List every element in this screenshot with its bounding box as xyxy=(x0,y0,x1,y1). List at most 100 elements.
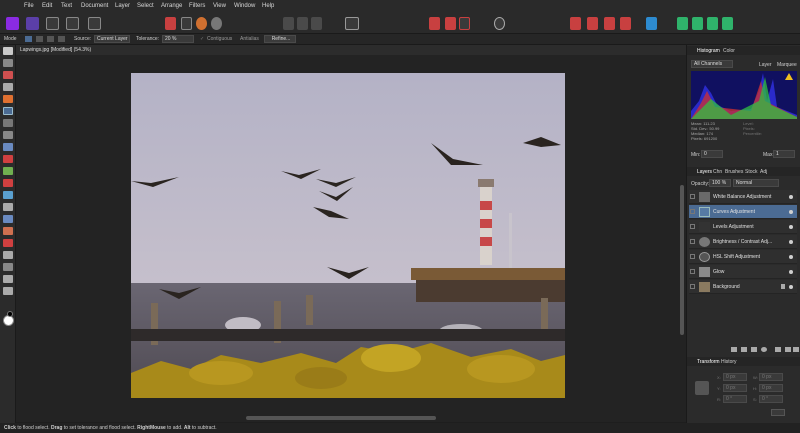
insert-top-icon[interactable] xyxy=(707,17,718,30)
pen-tool-icon[interactable] xyxy=(3,251,13,259)
visibility-icon[interactable] xyxy=(789,255,793,259)
tab-layers[interactable]: Layers xyxy=(697,169,712,175)
tab-transform[interactable]: Transform xyxy=(697,359,720,365)
layer-option-label[interactable]: Layer xyxy=(759,62,772,68)
menu-file[interactable]: File xyxy=(24,3,34,9)
assistant-icon[interactable] xyxy=(429,17,440,30)
auto-levels-icon[interactable] xyxy=(165,17,176,30)
clone-brush-tool-icon[interactable] xyxy=(3,203,13,211)
document-tab[interactable]: Lapwings.jpg [Modified] (54.3%) xyxy=(16,45,686,55)
visibility-icon[interactable] xyxy=(789,240,793,244)
layer-checkbox[interactable] xyxy=(690,254,695,259)
channel-dropdown[interactable]: All Channels xyxy=(691,60,733,68)
liquify-persona-icon[interactable] xyxy=(46,17,59,30)
color-replacement-tool-icon[interactable] xyxy=(3,167,13,175)
mode-new-icon[interactable] xyxy=(25,36,32,42)
selection-brush-tool-icon[interactable] xyxy=(3,95,13,103)
menu-filters[interactable]: Filters xyxy=(189,3,205,9)
snapping-options-icon[interactable] xyxy=(459,17,470,30)
mode-subtract-icon[interactable] xyxy=(47,36,54,42)
anchor-selector-icon[interactable] xyxy=(695,381,709,395)
tab-adjustments[interactable]: Adj xyxy=(760,169,767,175)
flood-fill-tool-icon[interactable] xyxy=(3,143,13,151)
tab-history[interactable]: History xyxy=(721,359,737,365)
layer-row[interactable]: Glow xyxy=(689,265,797,279)
refine-button[interactable]: Refine... xyxy=(264,35,296,43)
layer-row-selected[interactable]: Curves Adjustment xyxy=(689,205,797,219)
visibility-icon[interactable] xyxy=(789,225,793,229)
export-persona-icon[interactable] xyxy=(88,17,101,30)
insert-inside-icon[interactable] xyxy=(677,17,688,30)
marquee-option-label[interactable]: Marquee xyxy=(777,62,797,68)
vertical-scrollbar[interactable] xyxy=(680,185,684,335)
selection-mode-new-icon[interactable] xyxy=(283,17,294,30)
menu-view[interactable]: View xyxy=(213,3,226,9)
menu-help[interactable]: Help xyxy=(262,3,274,9)
paint-brush-tool-icon[interactable] xyxy=(3,155,13,163)
layer-row[interactable]: HSL Shift Adjustment xyxy=(689,250,797,264)
align-icon[interactable] xyxy=(646,17,657,30)
photo-persona-icon[interactable] xyxy=(26,17,39,30)
w-field[interactable]: 0 px xyxy=(759,373,783,381)
fx-icon[interactable] xyxy=(761,347,767,352)
arrange-forward-icon[interactable] xyxy=(604,17,615,30)
layer-checkbox[interactable] xyxy=(690,239,695,244)
menu-text[interactable]: Text xyxy=(61,3,72,9)
horizontal-scrollbar[interactable] xyxy=(246,416,436,420)
delete-layer-icon[interactable] xyxy=(793,347,799,352)
zoom-tool-icon[interactable] xyxy=(3,287,13,295)
x-field[interactable]: 0 px xyxy=(723,373,747,381)
move-tool-icon[interactable] xyxy=(3,47,13,55)
flood-select-tool-icon[interactable] xyxy=(3,107,13,115)
view-mode-icon[interactable] xyxy=(494,17,505,30)
marquee-tool-icon[interactable] xyxy=(3,119,13,127)
view-tool-icon[interactable] xyxy=(3,59,13,67)
insert-bottom-icon[interactable] xyxy=(722,17,733,30)
selection-mode-subtract-icon[interactable] xyxy=(311,17,322,30)
auto-white-balance-icon[interactable] xyxy=(211,17,222,30)
tab-channels[interactable]: Chn xyxy=(713,169,722,175)
visibility-icon[interactable] xyxy=(789,195,793,199)
mode-intersect-icon[interactable] xyxy=(58,36,65,42)
inpainting-tool-icon[interactable] xyxy=(3,227,13,235)
menu-window[interactable]: Window xyxy=(234,3,255,9)
canvas-area[interactable]: Lapwings.jpg [Modified] (54.3%) xyxy=(16,45,686,422)
snapping-icon[interactable] xyxy=(445,17,456,30)
h-field[interactable]: 0 px xyxy=(759,384,783,392)
freehand-select-tool-icon[interactable] xyxy=(3,131,13,139)
develop-persona-icon[interactable] xyxy=(66,17,79,30)
auto-colors-icon[interactable] xyxy=(196,17,207,30)
dodge-brush-tool-icon[interactable] xyxy=(3,191,13,199)
layer-mask-icon[interactable] xyxy=(731,347,737,352)
live-filters-icon[interactable] xyxy=(751,347,757,352)
layer-checkbox[interactable] xyxy=(690,269,695,274)
source-dropdown[interactable]: Current Layer xyxy=(94,35,130,43)
rectangle-tool-icon[interactable] xyxy=(3,263,13,271)
quick-mask-icon[interactable] xyxy=(345,17,359,30)
blend-mode-dropdown[interactable]: Normal xyxy=(733,179,779,187)
tolerance-field[interactable]: 20 % xyxy=(162,35,194,43)
secondary-color-swatch[interactable] xyxy=(7,311,13,317)
mode-add-icon[interactable] xyxy=(36,36,43,42)
contiguous-checkbox-icon[interactable]: ✓ xyxy=(200,36,204,42)
document-image[interactable] xyxy=(131,73,565,398)
layer-row[interactable]: Brightness / Contrast Adj... xyxy=(689,235,797,249)
arrange-backward-icon[interactable] xyxy=(587,17,598,30)
tab-stock[interactable]: Stock xyxy=(745,169,758,175)
min-field[interactable]: 0 xyxy=(701,150,723,158)
insert-behind-icon[interactable] xyxy=(692,17,703,30)
menu-layer[interactable]: Layer xyxy=(115,3,130,9)
visibility-icon[interactable] xyxy=(789,210,793,214)
adjustments-icon[interactable] xyxy=(741,347,747,352)
visibility-icon[interactable] xyxy=(789,270,793,274)
layer-row[interactable]: White Balance Adjustment xyxy=(689,190,797,204)
erase-brush-tool-icon[interactable] xyxy=(3,179,13,187)
arrange-front-icon[interactable] xyxy=(620,17,631,30)
s-field[interactable]: 0 ° xyxy=(759,395,783,403)
layer-checkbox[interactable] xyxy=(690,224,695,229)
tab-color[interactable]: Color xyxy=(723,48,735,54)
menu-document[interactable]: Document xyxy=(81,3,108,9)
tab-brushes[interactable]: Brushes xyxy=(725,169,743,175)
crop-tool-icon[interactable] xyxy=(3,83,13,91)
tab-histogram[interactable]: Histogram xyxy=(697,48,720,54)
